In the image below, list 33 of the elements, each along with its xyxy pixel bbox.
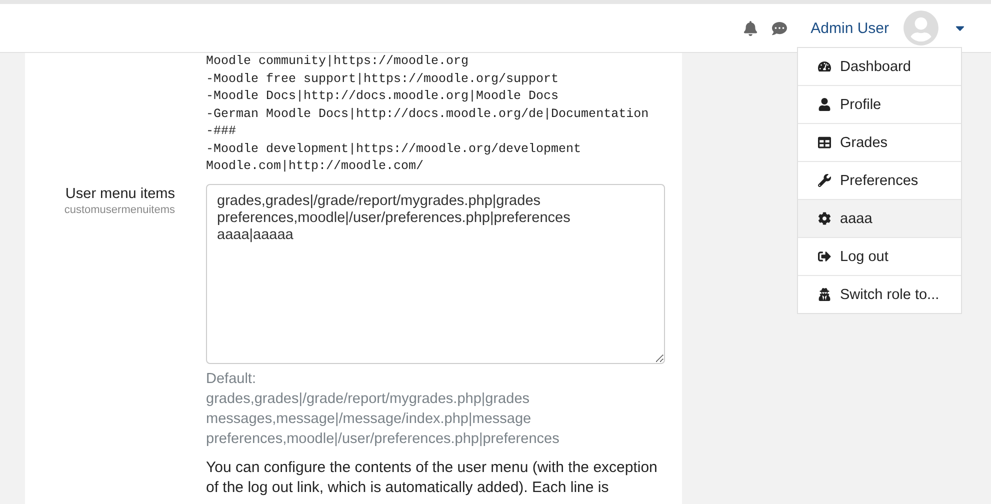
user-name[interactable]: Admin User xyxy=(810,20,889,36)
setting-description: You can configure the contents of the user menu (with the exception of the log out link, which is automatically added). Each line is xyxy=(206,458,658,498)
logout-icon xyxy=(818,250,831,263)
code-line: -Moodle Docs|http://docs.moodle.org|Moodle Docs xyxy=(206,88,560,105)
bell-icon[interactable] xyxy=(742,20,758,36)
menu-item-label: Profile xyxy=(840,96,882,112)
menu-item-label: Dashboard xyxy=(840,58,911,74)
gear-icon xyxy=(818,212,831,225)
chat-icon[interactable] xyxy=(772,20,787,36)
setting-textarea[interactable]: grades,grades|/grade/report/mygrades.php|grades preferences,moodle|/user/preferences.php|preferences aaaa|aaaaa xyxy=(206,184,665,364)
menu-item[interactable]: aaaa xyxy=(798,199,961,237)
setting-label: User menu items xyxy=(64,186,175,202)
default-line: messages,message|/message/index.php|message xyxy=(206,410,532,428)
default-label: Default: xyxy=(206,370,257,388)
menu-item-label: Switch role to... xyxy=(840,286,940,302)
setting-name: customusermenuitems xyxy=(63,204,175,216)
code-line: Moodle community|https://moodle.org xyxy=(206,53,470,70)
code-line: -Moodle development|https://moodle.org/development xyxy=(206,140,582,158)
code-line: Moodle.com|http://moodle.com/ xyxy=(206,158,425,175)
wrench-icon xyxy=(818,174,831,187)
menu-item-label: aaaa xyxy=(840,210,872,226)
menu-item-label: Preferences xyxy=(840,172,918,188)
table-icon xyxy=(818,136,831,149)
default-line: preferences,moodle|/user/preferences.php|preferences xyxy=(206,430,560,448)
code-line: -German Moodle Docs|http://docs.moodle.org/de|Documentation xyxy=(206,106,650,122)
dashboard-icon xyxy=(818,60,831,73)
person-icon xyxy=(818,98,831,111)
default-line: grades,grades|/grade/report/mygrades.php|grades xyxy=(206,390,531,408)
menu-item-label: Grades xyxy=(840,134,888,150)
code-line: -### xyxy=(206,123,238,140)
spy-icon xyxy=(818,288,831,301)
code-line: -Moodle free support|https://moodle.org/support xyxy=(206,70,560,88)
menu-item-label: Log out xyxy=(840,248,888,264)
